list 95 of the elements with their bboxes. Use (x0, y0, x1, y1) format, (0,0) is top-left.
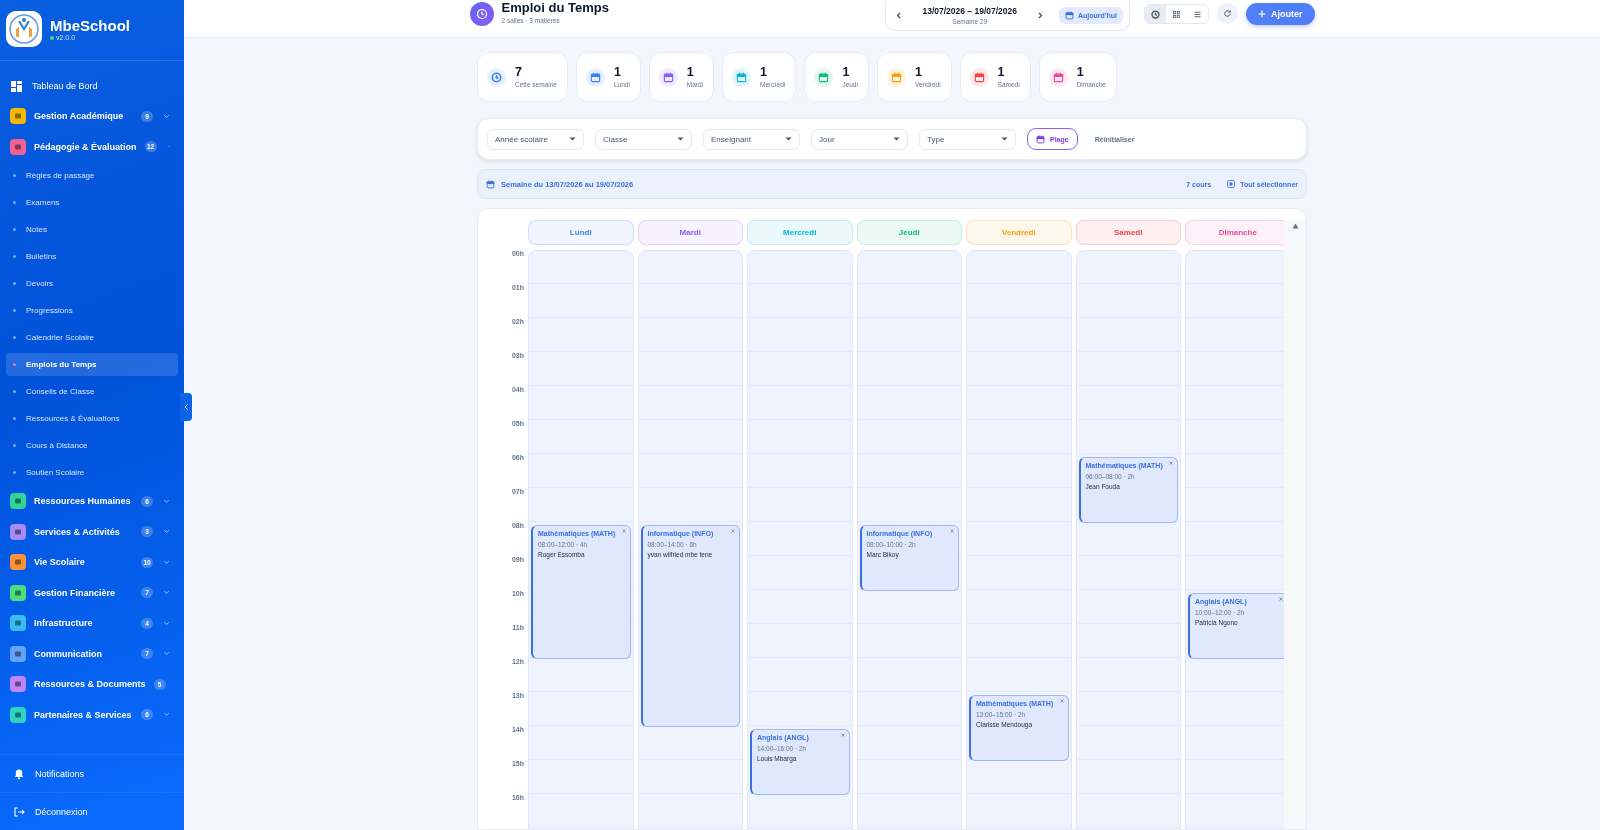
scroll-up-icon[interactable] (1291, 223, 1299, 229)
dropdown-label: Année scolaire (495, 134, 548, 144)
date-range: 13/07/2026 – 19/07/2026 (922, 6, 1017, 16)
nav-subitem[interactable]: Notes (6, 218, 178, 241)
bell-icon (13, 767, 25, 780)
stat-value: 1 (842, 66, 851, 79)
nav-subitem[interactable]: Conseils de Classe (6, 380, 178, 403)
filter-dropdown[interactable]: Classe (595, 128, 692, 150)
nav-subitem[interactable]: Règles de passage (6, 164, 178, 187)
nav-group-label: Ressources Humaines (34, 496, 132, 507)
filter-dropdown[interactable]: Type (919, 128, 1016, 150)
chevron-left-icon (183, 404, 189, 410)
nav-subitem[interactable]: Ressources & Évaluations (6, 407, 178, 430)
nav-subitem[interactable]: Calendrier Scolaire (6, 326, 178, 349)
nav-group-label: Gestion Académique (34, 111, 125, 122)
nav-subitem[interactable]: Devoirs (6, 272, 178, 295)
logo (6, 11, 42, 47)
collapse-handle[interactable] (180, 393, 192, 421)
close-icon[interactable] (1278, 597, 1283, 601)
chevron-icon (163, 711, 170, 719)
nav-group-label: Ressources & Documents (34, 679, 146, 690)
calendar-icon (486, 179, 495, 189)
stat-value: 1 (760, 66, 769, 79)
checkbox-icon (1227, 180, 1236, 188)
filter-dropdown[interactable]: Jour (811, 128, 908, 150)
refresh-button[interactable] (1217, 3, 1238, 24)
stat-value: 1 (997, 66, 1006, 79)
filter-dropdown[interactable]: Année scolaire (487, 128, 584, 150)
stat-value: 1 (613, 66, 622, 79)
chevron-right-icon (1037, 12, 1043, 19)
day-header: Mercredi (747, 220, 853, 245)
caret-icon (893, 137, 900, 141)
day-header: Samedi (1075, 220, 1181, 245)
close-icon[interactable] (731, 529, 735, 533)
nav-group-label: Partenaires & Services (34, 709, 133, 720)
nav-group-label: Infrastructure (34, 618, 94, 629)
day-header: Dimanche (1185, 220, 1284, 245)
nav-subitem[interactable]: Progressions (6, 299, 178, 322)
plus-icon (1258, 10, 1266, 18)
calendar-icon (1036, 134, 1045, 144)
dropdown-label: Enseignant (711, 134, 752, 144)
caret-icon (785, 137, 792, 141)
nav-subitem[interactable]: Bulletins (6, 245, 178, 268)
day-header: Jeudi (856, 220, 962, 245)
brand-name: MbeSchool (50, 17, 130, 34)
refresh-icon (1223, 9, 1232, 18)
calendar-icon (1065, 11, 1074, 20)
chevron-icon (163, 112, 170, 120)
nav-subitem[interactable]: Emplois du Temps (6, 353, 178, 376)
nav-group-label: Gestion Financière (34, 587, 117, 598)
nav-group-label: Vie Scolaire (34, 557, 86, 568)
nav-group-label: Pédagogie & Évaluation (34, 141, 137, 152)
dashboard-icon (11, 80, 22, 92)
chevron-icon (163, 619, 170, 627)
dropdown-label: Jour (819, 134, 835, 144)
page-title: Emploi du Temps (501, 1, 609, 15)
close-icon[interactable] (1059, 699, 1064, 703)
dropdown-label: Type (927, 134, 945, 144)
grid-icon (1172, 9, 1181, 19)
status-dot (50, 35, 54, 40)
caret-icon (569, 137, 576, 141)
nav-group-label: Communication (34, 648, 103, 659)
chevron-icon (163, 589, 170, 597)
nav-item[interactable]: Notifications (0, 754, 184, 792)
day-header: Lundi (528, 220, 634, 245)
caret-icon (1001, 137, 1008, 141)
chevron-icon (163, 497, 170, 505)
stat-value: 1 (686, 66, 695, 79)
nav-item[interactable]: Déconnexion (0, 792, 184, 830)
filter-dropdown[interactable]: Enseignant (703, 128, 800, 150)
nav-subitem[interactable]: Examens (6, 191, 178, 214)
nav-group-label: Services & Activités (34, 526, 121, 537)
day-header: Mardi (637, 220, 743, 245)
add-button[interactable]: Ajouter (1246, 3, 1315, 25)
nav-item[interactable]: Tableau de Bord (6, 71, 178, 101)
day-header: Vendredi (966, 220, 1072, 245)
chevron-icon (163, 650, 170, 658)
logout-icon (13, 805, 25, 818)
nav-subitem[interactable]: Cours à Distance (6, 434, 178, 457)
close-icon[interactable] (621, 529, 626, 533)
caret-icon (677, 137, 684, 141)
chevron-left-icon (896, 12, 903, 19)
chevron-icon (163, 528, 170, 536)
view-toggle[interactable] (1145, 5, 1166, 23)
list-icon (1193, 9, 1202, 19)
dropdown-label: Classe (603, 134, 628, 144)
clock-icon (1151, 9, 1160, 19)
close-icon[interactable] (950, 529, 954, 533)
stat-value: 7 (515, 66, 523, 79)
stat-value: 1 (1076, 66, 1085, 79)
stat-value: 1 (914, 66, 923, 79)
close-icon[interactable] (840, 733, 845, 737)
close-icon[interactable] (1169, 461, 1173, 465)
chevron-icon (163, 558, 170, 566)
nav-subitem[interactable]: Soutien Scolaire (6, 461, 178, 484)
